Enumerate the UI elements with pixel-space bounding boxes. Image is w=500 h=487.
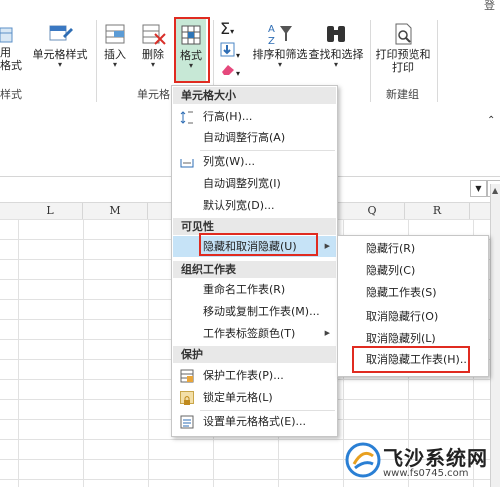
submenu-item-hide-sheet[interactable]: 隐藏工作表(S) xyxy=(339,282,487,303)
watermark-brand: 飞沙系统网 xyxy=(383,446,488,470)
autosum-button[interactable]: Σ▾ xyxy=(220,20,248,38)
fill-button[interactable]: ▾ xyxy=(220,42,248,60)
chevron-down-icon: ▾ xyxy=(230,27,235,36)
menu-item-default-width[interactable]: 默认列宽(D)... xyxy=(173,195,336,216)
fill-down-icon xyxy=(220,42,235,57)
cell-styles-icon xyxy=(47,22,73,46)
group-divider xyxy=(370,20,371,102)
chevron-down-icon: ▾ xyxy=(333,60,338,69)
insert-cells-icon xyxy=(102,22,128,46)
submenu-item-hide-rows[interactable]: 隐藏行(R) xyxy=(339,238,487,259)
menu-item-label: 自动调整列宽(I) xyxy=(203,177,281,190)
sort-filter-button[interactable]: AZ 排序和筛选 ▾ xyxy=(252,22,308,69)
cells-group-label: 单元格 xyxy=(137,88,170,101)
column-header-r[interactable]: R xyxy=(405,203,470,219)
sort-filter-icon: AZ xyxy=(267,22,293,47)
table-format-label: 用 格式 xyxy=(0,46,22,72)
chevron-right-icon: ▶ xyxy=(324,242,330,250)
submenu-item-hide-columns[interactable]: 隐藏列(C) xyxy=(339,260,487,281)
chevron-down-icon: ▾ xyxy=(236,69,241,78)
delete-button[interactable]: 删除 ▾ xyxy=(138,22,168,69)
delete-cells-icon xyxy=(140,22,166,46)
table-format-icon xyxy=(0,22,16,46)
menu-item-label: 移动或复制工作表(M)... xyxy=(203,305,320,318)
menu-item-format-cells[interactable]: 设置单元格格式(E)... xyxy=(173,411,336,432)
menu-item-tab-color[interactable]: 工作表标签颜色(T) ▶ xyxy=(173,323,336,344)
menu-item-label: 自动调整行高(A) xyxy=(203,131,286,144)
column-header-q[interactable]: Q xyxy=(340,203,405,219)
unhide-sheet-highlight-box xyxy=(352,346,470,373)
clear-button[interactable]: ▾ xyxy=(220,62,248,80)
chevron-down-icon: ▾ xyxy=(236,51,241,60)
eraser-icon xyxy=(222,65,234,75)
menu-item-label: 锁定单元格(L) xyxy=(203,391,273,404)
hide-unhide-submenu: 隐藏行(R) 隐藏列(C) 隐藏工作表(S) 取消隐藏行(O) 取消隐藏列(L)… xyxy=(337,235,489,377)
menu-item-label: 默认列宽(D)... xyxy=(203,199,275,212)
menu-item-lock-cell[interactable]: 锁定单元格(L) xyxy=(173,387,336,408)
row-height-icon xyxy=(180,110,194,124)
menu-item-row-height[interactable]: 行高(H)... xyxy=(173,106,336,127)
watermark-url: www.fs0745.com xyxy=(383,468,469,479)
cell-styles-button[interactable]: 单元格样式 ▾ xyxy=(30,22,90,69)
login-text[interactable]: 登 xyxy=(484,0,495,13)
sigma-icon: Σ xyxy=(220,19,231,38)
menu-item-label: 保护工作表(P)... xyxy=(203,369,284,382)
chevron-down-icon: ▾ xyxy=(277,60,282,69)
scroll-up-icon[interactable]: ▲ xyxy=(492,186,498,195)
menu-item-move-copy-sheet[interactable]: 移动或复制工作表(M)... xyxy=(173,301,336,322)
menu-item-autofit-row[interactable]: 自动调整行高(A) xyxy=(173,127,336,148)
lock-icon xyxy=(180,391,194,405)
chevron-down-icon: ▾ xyxy=(57,60,62,69)
column-header-l[interactable]: L xyxy=(18,203,83,219)
watermark: 飞沙系统网 www.fs0745.com xyxy=(343,438,498,484)
chevron-down-icon: ▾ xyxy=(112,60,117,69)
group-divider xyxy=(96,20,97,102)
section-protection: 保护 xyxy=(173,346,336,363)
menu-item-column-width[interactable]: 列宽(W)... xyxy=(173,151,336,172)
format-cells-dialog-icon xyxy=(180,415,194,429)
menu-item-label: 行高(H)... xyxy=(203,110,253,123)
submenu-item-unhide-rows[interactable]: 取消隐藏行(O) xyxy=(339,306,487,327)
name-dropdown-button[interactable]: ▼ xyxy=(470,180,487,197)
menu-item-label: 重命名工作表(R) xyxy=(203,283,286,296)
chevron-right-icon: ▶ xyxy=(324,329,330,337)
group-divider xyxy=(437,20,438,102)
print-preview-button[interactable]: 打印预览和 打印 xyxy=(374,22,432,74)
column-width-icon xyxy=(180,155,194,168)
collapse-ribbon-icon[interactable]: ⌃ xyxy=(487,115,495,126)
menu-item-label: 设置单元格格式(E)... xyxy=(203,415,307,428)
new-group-label: 新建组 xyxy=(386,88,419,101)
menu-item-label: 工作表标签颜色(T) xyxy=(203,327,296,340)
hide-unhide-highlight-box xyxy=(199,233,318,256)
menu-item-autofit-column[interactable]: 自动调整列宽(I) xyxy=(173,173,336,194)
svg-text:A: A xyxy=(268,24,275,35)
column-header-m[interactable]: M xyxy=(83,203,148,219)
insert-button[interactable]: 插入 ▾ xyxy=(100,22,130,69)
print-preview-label: 打印预览和 打印 xyxy=(375,48,431,74)
svg-text:Z: Z xyxy=(268,36,275,46)
menu-item-label: 列宽(W)... xyxy=(203,155,255,168)
protect-sheet-icon xyxy=(180,369,194,383)
chevron-down-icon: ▾ xyxy=(150,60,155,69)
watermark-logo-icon xyxy=(345,442,381,478)
format-dropdown-menu: 单元格大小 行高(H)... 自动调整行高(A) 列宽(W)... 自动调整列宽… xyxy=(171,85,338,437)
styles-group-label: 样式 xyxy=(0,88,22,101)
find-select-button[interactable]: 查找和选择 ▾ xyxy=(308,22,364,69)
section-cell-size: 单元格大小 xyxy=(173,87,336,104)
menu-item-rename-sheet[interactable]: 重命名工作表(R) xyxy=(173,279,336,300)
menu-item-protect-sheet[interactable]: 保护工作表(P)... xyxy=(173,365,336,386)
format-highlight-box xyxy=(174,17,210,83)
section-organize-sheets: 组织工作表 xyxy=(173,261,336,278)
print-preview-icon xyxy=(390,22,416,46)
binoculars-icon xyxy=(323,22,349,46)
table-format-button[interactable]: 用 格式 xyxy=(0,22,22,72)
